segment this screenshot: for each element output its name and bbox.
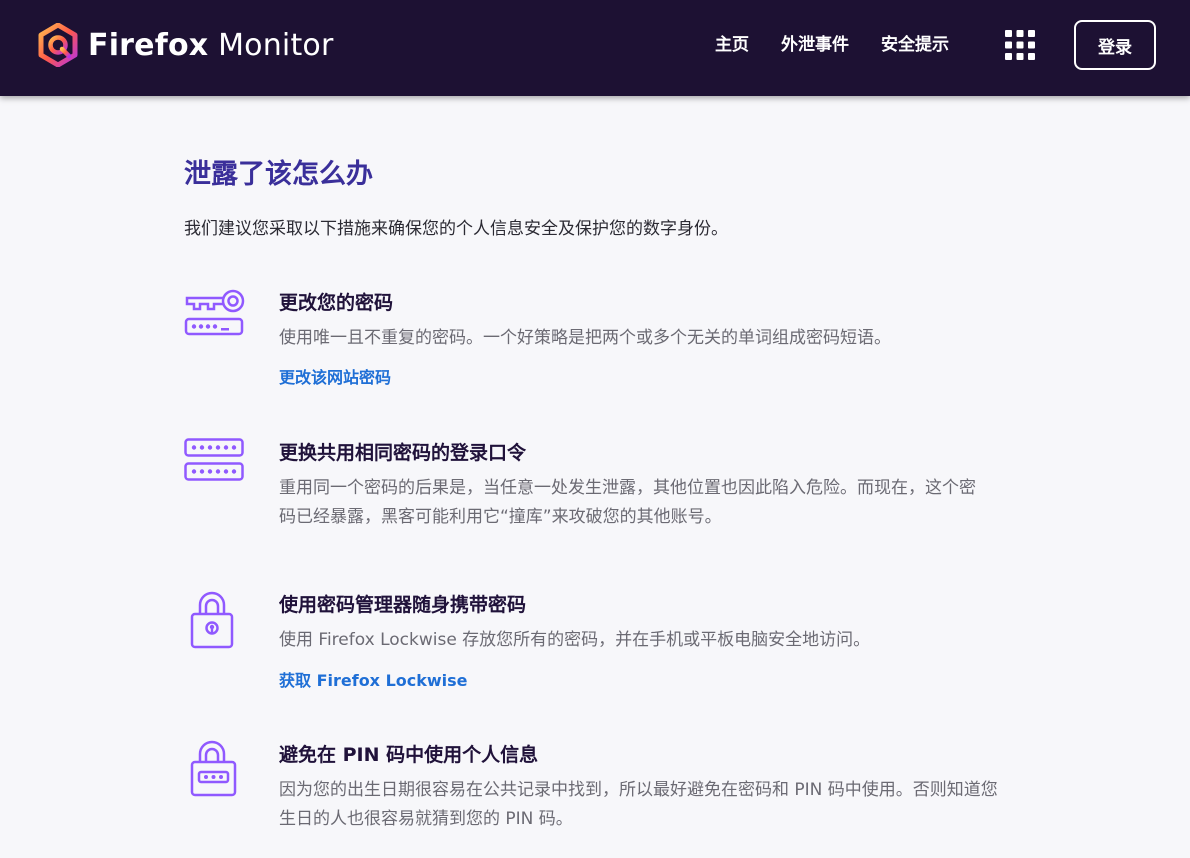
- login-button[interactable]: 登录: [1074, 20, 1156, 70]
- tip-description: 重用同一个密码的后果是，当任意一处发生泄露，其他位置也因此陷入危险。而现在，这个…: [279, 478, 976, 527]
- nav-security-tips[interactable]: 安全提示: [881, 30, 949, 60]
- tip-title: 更改您的密码: [279, 292, 394, 314]
- brand-name: Firefox Monitor: [88, 28, 334, 63]
- key-password-icon: [184, 289, 245, 336]
- nav-breaches[interactable]: 外泄事件: [781, 30, 849, 60]
- brand-home-link[interactable]: Firefox Monitor: [36, 21, 334, 69]
- tip-description: 使用唯一且不重复的密码。一个好策略是把两个或多个无关的单词组成密码短语。: [279, 328, 891, 348]
- padlock-pin-icon: [190, 740, 237, 797]
- page-title: 泄露了该怎么办: [184, 159, 373, 190]
- tip-title: 更换共用相同密码的登录口令: [279, 442, 527, 464]
- firefox-monitor-logo-icon: [38, 23, 78, 67]
- tip-use-password-manager: 使用密码管理器随身携带密码 使用 Firefox Lockwise 存放您所有的…: [184, 590, 1004, 695]
- change-site-password-link[interactable]: 更改该网站密码: [279, 364, 391, 388]
- tip-avoid-personal-info-in-pin: 避免在 PIN 码中使用个人信息 因为您的出生日期很容易在公共记录中找到，所以最…: [184, 740, 1004, 840]
- main-nav: 主页 外泄事件 安全提示: [715, 30, 981, 60]
- nav-home[interactable]: 主页: [715, 30, 749, 60]
- grid-icon[interactable]: [1004, 29, 1036, 61]
- brand-name-bold: Firefox: [88, 27, 209, 63]
- tip-change-password: 更改您的密码 使用唯一且不重复的密码。一个好策略是把两个或多个无关的单词组成密码…: [184, 288, 1004, 398]
- tip-title: 使用密码管理器随身携带密码: [279, 594, 527, 616]
- brand-name-light: Monitor: [208, 27, 334, 63]
- top-navigation-bar: Firefox Monitor 主页 外泄事件 安全提示 登录: [0, 0, 1190, 96]
- tip-description: 因为您的出生日期很容易在公共记录中找到，所以最好避免在密码和 PIN 码中使用。…: [279, 780, 998, 829]
- tip-description: 使用 Firefox Lockwise 存放您所有的密码，并在手机或平板电脑安全…: [279, 630, 871, 650]
- get-firefox-lockwise-link[interactable]: 获取 Firefox Lockwise: [279, 667, 468, 691]
- tip-title: 避免在 PIN 码中使用个人信息: [279, 744, 539, 766]
- padlock-keyhole-icon: [190, 591, 234, 649]
- password-fields-icon: [184, 438, 244, 481]
- intro-text: 我们建议您采取以下措施来确保您的个人信息安全及保护您的数字身份。: [184, 219, 728, 239]
- tip-replace-shared-passwords: 更换共用相同密码的登录口令 重用同一个密码的后果是，当任意一处发生泄露，其他位置…: [184, 438, 1004, 538]
